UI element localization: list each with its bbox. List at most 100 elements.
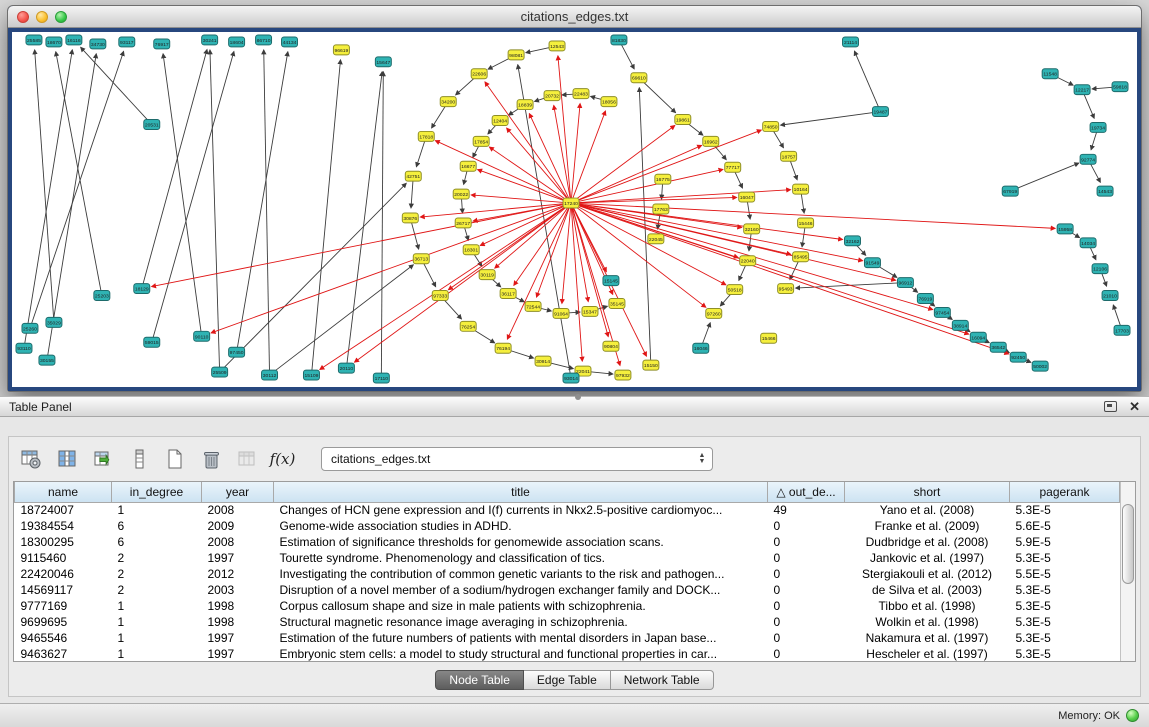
graph-node[interactable]: 16094 (970, 332, 986, 342)
table-cell[interactable]: 6 (112, 518, 202, 534)
graph-node[interactable]: 50518 (727, 285, 743, 295)
graph-node[interactable]: 30119 (479, 270, 495, 280)
graph-node[interactable]: 77717 (725, 162, 741, 172)
table-cell[interactable]: Tourette syndrome. Phenomenology and cla… (274, 550, 768, 566)
table-import-icon[interactable] (89, 446, 116, 473)
zoom-window-button[interactable] (55, 11, 67, 23)
graph-node[interactable]: 90110 (194, 331, 210, 341)
graph-edge-black[interactable] (270, 265, 414, 375)
table-cell[interactable]: 0 (768, 614, 845, 630)
graph-node[interactable]: 30155 (39, 355, 55, 365)
graph-node[interactable]: 20531 (144, 120, 160, 130)
graph-edge-red[interactable] (211, 203, 571, 333)
table-cell[interactable]: Hescheler et al. (1997) (845, 646, 1010, 661)
graph-node[interactable]: 18757 (781, 151, 797, 161)
graph-node[interactable]: 91064 (553, 308, 569, 318)
graph-node[interactable]: 76917 (154, 39, 170, 49)
graph-node[interactable]: 96619 (333, 45, 349, 55)
graph-node[interactable]: 92774 (1080, 154, 1096, 164)
table-cell[interactable]: 5.3E-5 (1010, 646, 1120, 661)
graph-node[interactable]: 44134 (282, 37, 298, 47)
table-cell[interactable]: 1 (112, 614, 202, 630)
graph-node[interactable]: 59015 (144, 337, 160, 347)
graph-node[interactable]: 20022 (453, 189, 469, 199)
tab-node-table[interactable]: Node Table (435, 670, 524, 690)
table-cell[interactable]: 5.5E-5 (1010, 566, 1120, 582)
table-cell[interactable]: 2012 (202, 566, 274, 582)
graph-edge-black[interactable] (30, 51, 124, 328)
graph-node[interactable]: 12217 (1074, 85, 1090, 95)
graph-node[interactable]: 12543 (549, 41, 565, 51)
table-cell[interactable]: 18300295 (15, 534, 112, 550)
graph-node[interactable]: 12404 (492, 116, 508, 126)
graph-node[interactable]: 17818 (418, 131, 434, 141)
close-window-button[interactable] (17, 11, 29, 23)
table-cell[interactable]: 1997 (202, 630, 274, 646)
graph-node[interactable]: 36117 (500, 289, 516, 299)
graph-node[interactable]: 81830 (611, 35, 627, 45)
graph-node[interactable]: 22045 (648, 234, 664, 244)
column-header-4[interactable]: △ out_de... (768, 482, 845, 502)
graph-node[interactable]: 18839 (517, 100, 533, 110)
graph-node[interactable]: 18129 (134, 284, 150, 294)
table-cell[interactable]: 9777169 (15, 598, 112, 614)
table-cell[interactable]: 1997 (202, 550, 274, 566)
graph-node[interactable]: 25509 (212, 367, 228, 377)
graph-edge-black[interactable] (854, 51, 880, 111)
table-row[interactable]: 946362711997Embryonic stem cells: a mode… (15, 646, 1120, 661)
column-header-1[interactable]: in_degree (112, 482, 202, 502)
table-cell[interactable]: 0 (768, 518, 845, 534)
graph-node[interactable]: 21010 (1102, 291, 1118, 301)
graph-node[interactable]: 16116 (66, 35, 82, 45)
graph-node[interactable]: 76254 (460, 321, 476, 331)
graph-edge-red[interactable] (571, 203, 726, 285)
table-cell[interactable]: 9699695 (15, 614, 112, 630)
table-cell[interactable]: Changes of HCN gene expression and I(f) … (274, 502, 768, 518)
table-row[interactable]: 946554611997Estimation of the future num… (15, 630, 1120, 646)
table-cell[interactable]: Embryonic stem cells: a model to study s… (274, 646, 768, 661)
graph-node[interactable]: 32160 (744, 224, 760, 234)
graph-node[interactable]: 97260 (706, 308, 722, 318)
graph-node[interactable]: 14543 (1097, 186, 1113, 196)
table-cell[interactable]: 18724007 (15, 502, 112, 518)
graph-edge-black[interactable] (152, 52, 234, 343)
graph-node[interactable]: 14034 (1080, 238, 1096, 248)
table-cell[interactable]: 1998 (202, 614, 274, 630)
tab-edge-table[interactable]: Edge Table (524, 670, 611, 690)
trash-icon[interactable] (197, 446, 224, 473)
graph-node[interactable]: 19487 (872, 107, 888, 117)
column-header-3[interactable]: title (274, 482, 768, 502)
graph-node[interactable]: 86710 (256, 35, 272, 45)
graph-node[interactable]: 93117 (119, 37, 135, 47)
graph-edge-red[interactable] (571, 203, 1009, 354)
table-cell[interactable]: 1 (112, 646, 202, 661)
graph-edge-black[interactable] (142, 50, 207, 289)
network-table-select[interactable]: citations_edges.txt ▲▼ (321, 447, 713, 471)
graph-node[interactable]: 67919 (1002, 186, 1018, 196)
graph-node[interactable]: 25203 (94, 291, 110, 301)
table-cell[interactable]: 2008 (202, 502, 274, 518)
table-cell[interactable]: 0 (768, 550, 845, 566)
table-row[interactable]: 1456911722003Disruption of a novel membe… (15, 582, 1120, 598)
graph-node[interactable]: 38914 (952, 320, 968, 330)
table-cell[interactable]: 2008 (202, 534, 274, 550)
table-cell[interactable]: 0 (768, 534, 845, 550)
graph-node[interactable]: 20732 (544, 91, 560, 101)
graph-node[interactable]: 25260 (22, 323, 38, 333)
table-cell[interactable]: 5.3E-5 (1010, 598, 1120, 614)
table-cell[interactable]: 0 (768, 598, 845, 614)
graph-hub-node[interactable]: 17240 (563, 198, 579, 208)
window-titlebar[interactable]: citations_edges.txt (8, 6, 1141, 28)
table-cell[interactable]: de Silva et al. (2003) (845, 582, 1010, 598)
graph-node[interactable]: 96912 (897, 278, 913, 288)
graph-node[interactable]: 98081 (508, 50, 524, 60)
column-header-2[interactable]: year (202, 482, 274, 502)
graph-edge-red[interactable] (571, 203, 863, 261)
table-columns-icon[interactable] (53, 446, 80, 473)
graph-node[interactable]: 18056 (601, 97, 617, 107)
table-cell[interactable]: 0 (768, 582, 845, 598)
close-panel-icon[interactable]: ✕ (1129, 400, 1140, 413)
table-cell[interactable]: 6 (112, 534, 202, 550)
table-cell[interactable]: 49 (768, 502, 845, 518)
column-header-0[interactable]: name (15, 482, 112, 502)
